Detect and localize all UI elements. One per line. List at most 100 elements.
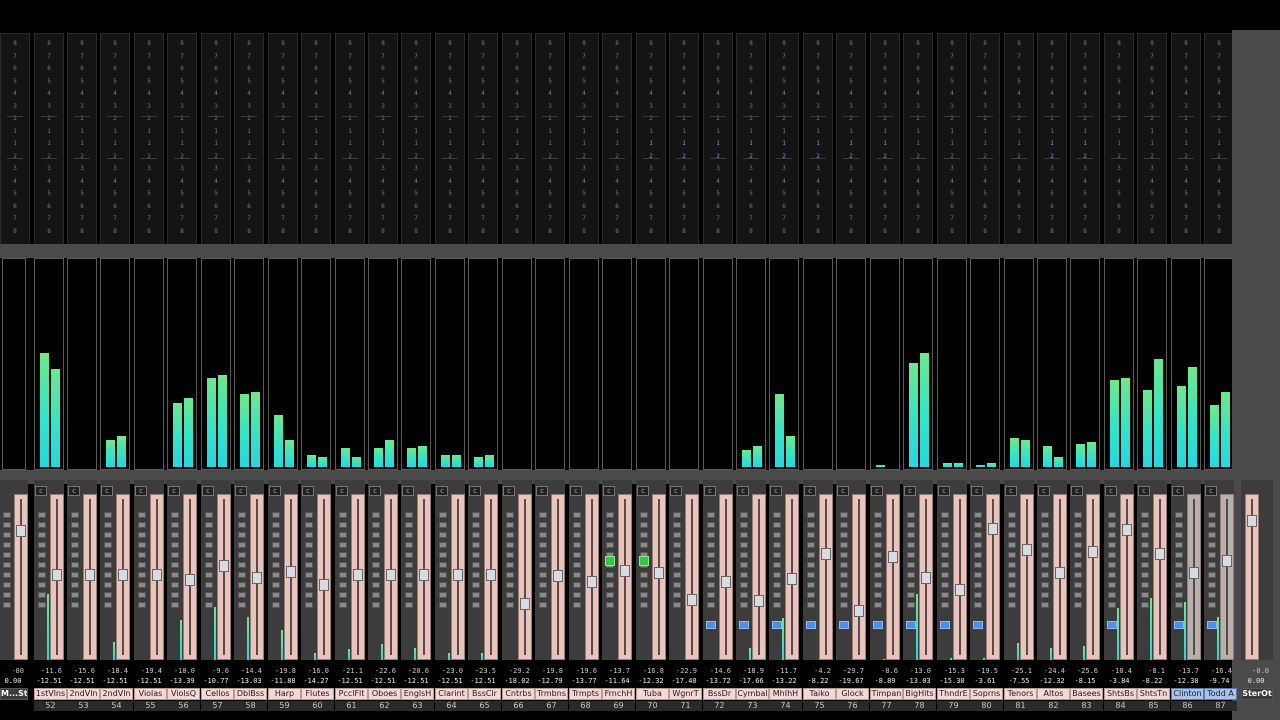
volume-fader[interactable] [417, 494, 431, 660]
strip-toggle-button[interactable] [807, 512, 815, 518]
strip-toggle-button[interactable] [1141, 532, 1149, 538]
channel-menu-button[interactable]: c [235, 486, 247, 496]
channel-menu-button[interactable]: c [436, 486, 448, 496]
strip-toggle-button[interactable] [71, 532, 79, 538]
channel-menu-button[interactable]: c [804, 486, 816, 496]
strip-toggle-button[interactable] [606, 582, 614, 588]
channel-name[interactable]: Timpan [870, 688, 903, 700]
send-slots[interactable]: 8765432112345678 [569, 33, 599, 245]
strip-toggle-button[interactable] [472, 592, 480, 598]
strip-toggle-button[interactable] [205, 542, 213, 548]
strip-toggle-button[interactable] [874, 542, 882, 548]
volume-fader[interactable] [1053, 494, 1067, 660]
fader-handle[interactable] [1055, 567, 1065, 579]
strip-toggle-button[interactable] [138, 582, 146, 588]
volume-fader[interactable] [986, 494, 1000, 660]
send-slots[interactable]: 8765432112345678 [736, 33, 766, 245]
fader-handle[interactable] [1222, 555, 1232, 567]
strip-toggle-button[interactable] [773, 592, 781, 598]
strip-toggle-button[interactable] [38, 582, 46, 588]
strip-toggle-button[interactable] [339, 582, 347, 588]
strip-toggle-button[interactable] [171, 602, 179, 608]
channel-menu-button[interactable]: c [536, 486, 548, 496]
strip-toggle-button[interactable] [1208, 592, 1216, 598]
strip-toggle-button[interactable] [405, 562, 413, 568]
strip-toggle-button[interactable] [171, 532, 179, 538]
channel-menu-button[interactable]: c [837, 486, 849, 496]
strip-toggle-button[interactable] [171, 512, 179, 518]
strip-toggle-button[interactable] [3, 562, 11, 568]
channel-name[interactable]: Tenors [1004, 688, 1037, 700]
strip-toggle-button[interactable] [339, 522, 347, 528]
strip-toggle-button[interactable] [840, 532, 848, 538]
strip-toggle-button[interactable] [1208, 542, 1216, 548]
channel-menu-button[interactable]: c [1138, 486, 1150, 496]
strip-toggle-button[interactable] [171, 582, 179, 588]
fader-handle[interactable] [721, 576, 731, 588]
strip-toggle-button[interactable] [707, 542, 715, 548]
strip-toggle-button[interactable] [1175, 542, 1183, 548]
strip-toggle-button[interactable] [773, 512, 781, 518]
strip-toggle-button[interactable] [372, 522, 380, 528]
strip-toggle-button[interactable] [539, 592, 547, 598]
strip-toggle-button[interactable] [840, 572, 848, 578]
strip-toggle-button[interactable] [1041, 542, 1049, 548]
channel-menu-button[interactable]: c [302, 486, 314, 496]
master-name[interactable]: M...St [0, 688, 28, 700]
strip-toggle-button[interactable] [907, 552, 915, 558]
strip-toggle-button[interactable] [305, 572, 313, 578]
strip-toggle-button[interactable] [472, 542, 480, 548]
automation-button[interactable] [1207, 621, 1217, 629]
fader-handle[interactable] [1088, 546, 1098, 558]
strip-toggle-button[interactable] [606, 572, 614, 578]
strip-toggle-button[interactable] [138, 552, 146, 558]
fader-handle[interactable] [620, 565, 630, 577]
strip-toggle-button[interactable] [1008, 522, 1016, 528]
send-slots[interactable]: 8765432112345678 [1171, 33, 1201, 245]
strip-toggle-button[interactable] [472, 522, 480, 528]
strip-toggle-button[interactable] [238, 592, 246, 598]
strip-toggle-button[interactable] [1074, 522, 1082, 528]
strip-toggle-button[interactable] [1175, 592, 1183, 598]
strip-toggle-button[interactable] [71, 512, 79, 518]
strip-toggle-button[interactable] [1208, 522, 1216, 528]
send-slots[interactable]: 8765432112345678 [1137, 33, 1167, 245]
strip-toggle-button[interactable] [707, 582, 715, 588]
strip-toggle-button[interactable] [573, 582, 581, 588]
channel-name[interactable]: FrnchH [602, 688, 635, 700]
strip-toggle-button[interactable] [472, 572, 480, 578]
strip-toggle-button[interactable] [339, 532, 347, 538]
strip-toggle-button[interactable] [1074, 602, 1082, 608]
send-slots[interactable]: 8765432112345678 [703, 33, 733, 245]
strip-toggle-button[interactable] [974, 572, 982, 578]
channel-name[interactable]: Taiko [803, 688, 836, 700]
send-slots[interactable]: 8765432112345678 [0, 33, 30, 245]
strip-toggle-button[interactable] [907, 532, 915, 538]
strip-toggle-button[interactable] [1108, 572, 1116, 578]
strip-toggle-button[interactable] [104, 522, 112, 528]
volume-fader[interactable] [1120, 494, 1134, 660]
strip-toggle-button[interactable] [740, 532, 748, 538]
strip-toggle-button[interactable] [205, 582, 213, 588]
strip-toggle-button[interactable] [506, 522, 514, 528]
strip-toggle-button[interactable] [1108, 542, 1116, 548]
strip-toggle-button[interactable] [673, 512, 681, 518]
strip-toggle-button[interactable] [405, 572, 413, 578]
strip-toggle-button[interactable] [272, 572, 280, 578]
strip-toggle-button[interactable] [640, 522, 648, 528]
strip-toggle-button[interactable] [405, 552, 413, 558]
strip-toggle-button[interactable] [138, 522, 146, 528]
strip-toggle-button[interactable] [405, 542, 413, 548]
volume-fader[interactable] [1153, 494, 1167, 660]
fader-handle[interactable] [1122, 524, 1132, 536]
channel-name[interactable]: 2ndVln [100, 688, 133, 700]
strip-toggle-button[interactable] [807, 582, 815, 588]
volume-fader[interactable] [1220, 494, 1234, 660]
fader-handle[interactable] [386, 569, 396, 581]
strip-toggle-button[interactable] [941, 512, 949, 518]
channel-menu-button[interactable]: c [135, 486, 147, 496]
strip-toggle-button[interactable] [1208, 582, 1216, 588]
strip-toggle-button[interactable] [539, 572, 547, 578]
strip-toggle-button[interactable] [1208, 602, 1216, 608]
channel-name[interactable]: PcclFlt [335, 688, 368, 700]
